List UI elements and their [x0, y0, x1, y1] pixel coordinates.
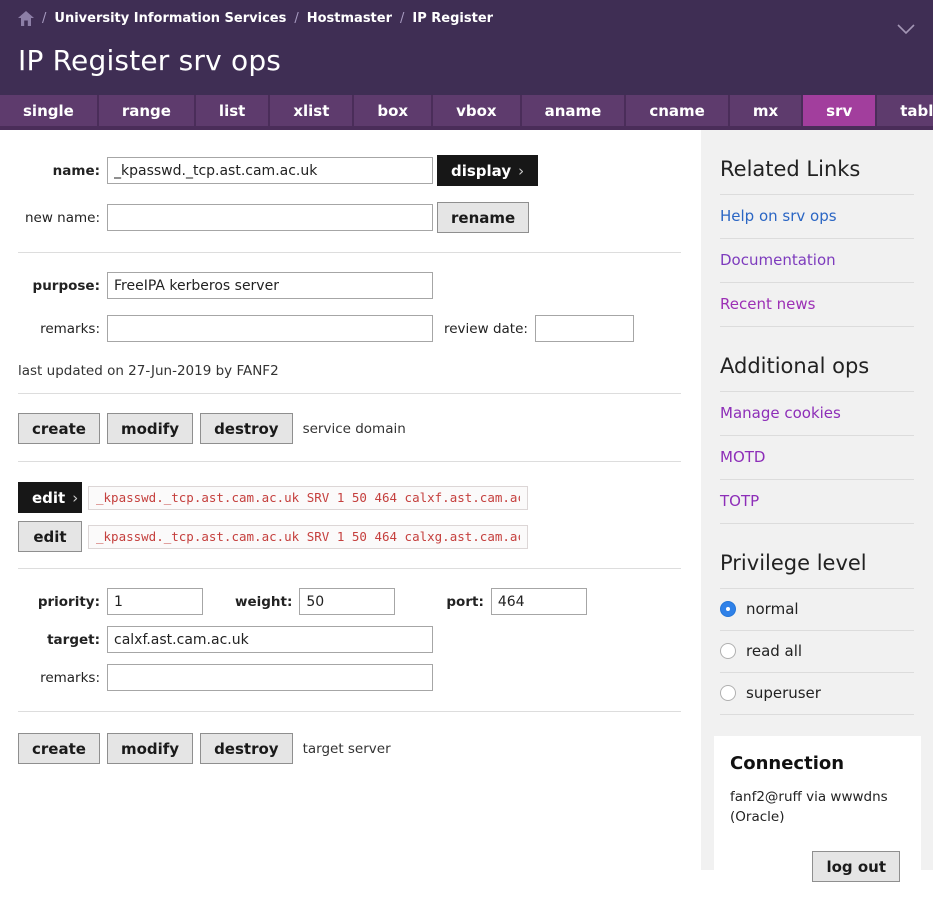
tab-cname[interactable]: cname [626, 95, 730, 126]
divider [720, 326, 914, 327]
connection-info: fanf2@ruff via wwwdns (Oracle) [730, 788, 905, 827]
port-input[interactable] [491, 588, 587, 615]
sidebar: Related Links Help on srv ops Documentat… [701, 130, 933, 870]
port-label: port: [446, 594, 483, 610]
breadcrumb-link-hostmaster[interactable]: Hostmaster [307, 11, 392, 26]
review-date-label: review date: [444, 321, 528, 337]
target-remarks-label: remarks: [18, 670, 100, 686]
breadcrumb-separator: / [294, 11, 298, 26]
tab-single[interactable]: single [0, 95, 99, 126]
destroy-target-button[interactable]: destroy [200, 733, 293, 764]
tab-vbox[interactable]: vbox [433, 95, 522, 126]
connection-heading: Connection [730, 753, 905, 774]
modify-service-button[interactable]: modify [107, 413, 193, 444]
sidebar-link-totp[interactable]: TOTP [720, 480, 914, 523]
modify-target-button[interactable]: modify [107, 733, 193, 764]
review-date-input[interactable] [535, 315, 634, 342]
srv-record-text[interactable] [88, 525, 528, 549]
divider [18, 711, 681, 712]
create-target-button[interactable]: create [18, 733, 100, 764]
divider [720, 714, 914, 715]
main-content: name: display› new name: rename purpose:… [0, 130, 701, 870]
priority-input[interactable] [107, 588, 203, 615]
create-service-button[interactable]: create [18, 413, 100, 444]
rename-button[interactable]: rename [437, 202, 529, 233]
name-label: name: [18, 163, 100, 179]
chevron-right-icon: › [518, 162, 524, 180]
related-links-heading: Related Links [720, 157, 914, 181]
divider [18, 252, 681, 253]
tab-box[interactable]: box [354, 95, 433, 126]
breadcrumb-separator: / [400, 11, 404, 26]
radio-button-icon [720, 601, 736, 617]
breadcrumb-separator: / [42, 11, 46, 26]
destroy-service-button[interactable]: destroy [200, 413, 293, 444]
tab-table-label: table [900, 102, 933, 120]
privilege-radio-superuser[interactable]: superuser [720, 673, 914, 714]
sidebar-link-motd[interactable]: MOTD [720, 436, 914, 479]
last-updated-text: last updated on 27-Jun-2019 by FANF2 [18, 363, 701, 379]
page-header: / University Information Services / Host… [0, 0, 933, 95]
home-icon[interactable] [18, 11, 34, 26]
weight-input[interactable] [299, 588, 395, 615]
target-input[interactable] [107, 626, 433, 653]
tab-table[interactable]: table [877, 95, 933, 126]
divider [18, 461, 681, 462]
sidebar-link-manage-cookies[interactable]: Manage cookies [720, 392, 914, 435]
sidebar-link-recent-news[interactable]: Recent news [720, 283, 914, 326]
name-input[interactable] [107, 157, 433, 184]
srv-record-row: edit› [18, 482, 701, 513]
service-domain-caption: service domain [303, 421, 406, 437]
srv-record-row: edit [18, 521, 701, 552]
divider [18, 568, 681, 569]
target-label: target: [18, 632, 100, 648]
srv-record-text[interactable] [88, 486, 528, 510]
divider [18, 393, 681, 394]
new-name-label: new name: [18, 210, 100, 226]
remarks-label: remarks: [18, 321, 100, 337]
edit-record-button[interactable]: edit› [18, 482, 82, 513]
tab-srv[interactable]: srv [803, 95, 877, 126]
remarks-input[interactable] [107, 315, 433, 342]
breadcrumb: / University Information Services / Host… [18, 11, 493, 26]
tab-mx[interactable]: mx [730, 95, 803, 126]
privilege-level-heading: Privilege level [720, 551, 914, 575]
tab-aname[interactable]: aname [522, 95, 627, 126]
priority-label: priority: [18, 594, 100, 610]
purpose-input[interactable] [107, 272, 433, 299]
radio-label: normal [746, 600, 799, 618]
radio-button-icon [720, 643, 736, 659]
log-out-button[interactable]: log out [812, 851, 900, 882]
chevron-right-icon: › [72, 489, 78, 507]
sidebar-link-help-on-srv-ops[interactable]: Help on srv ops [720, 195, 914, 238]
nav-tabbar: single range list xlist box vbox aname c… [0, 95, 933, 130]
page-title: IP Register srv ops [18, 44, 281, 77]
privilege-radio-read-all[interactable]: read all [720, 631, 914, 672]
radio-label: read all [746, 642, 802, 660]
breadcrumb-link-ip-register[interactable]: IP Register [412, 11, 493, 26]
weight-label: weight: [235, 594, 292, 610]
target-server-caption: target server [303, 741, 391, 757]
privilege-radio-normal[interactable]: normal [720, 589, 914, 630]
purpose-label: purpose: [18, 278, 100, 294]
display-button[interactable]: display› [437, 155, 538, 186]
breadcrumb-link-uis[interactable]: University Information Services [54, 11, 286, 26]
connection-card: Connection fanf2@ruff via wwwdns (Oracle… [714, 736, 921, 902]
divider [720, 523, 914, 524]
sidebar-link-documentation[interactable]: Documentation [720, 239, 914, 282]
radio-button-icon [720, 685, 736, 701]
new-name-input[interactable] [107, 204, 433, 231]
header-collapse-chevron-icon[interactable] [895, 20, 917, 39]
target-remarks-input[interactable] [107, 664, 433, 691]
edit-record-button[interactable]: edit [18, 521, 82, 552]
tab-xlist[interactable]: xlist [270, 95, 354, 126]
tab-list[interactable]: list [196, 95, 270, 126]
additional-ops-heading: Additional ops [720, 354, 914, 378]
tab-range[interactable]: range [99, 95, 196, 126]
radio-label: superuser [746, 684, 821, 702]
